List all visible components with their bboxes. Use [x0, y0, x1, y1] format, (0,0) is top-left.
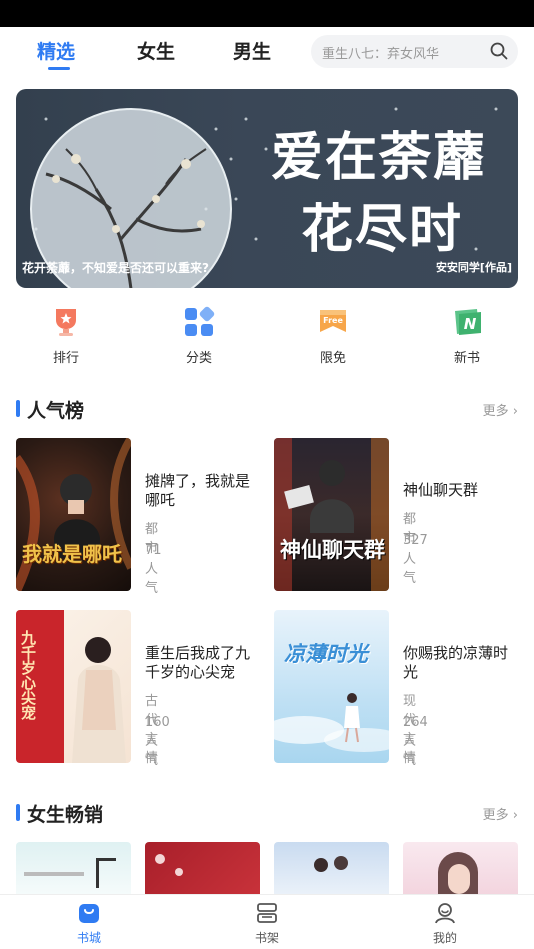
nav-profile[interactable]: 我的	[415, 901, 475, 947]
quick-entry-label: 分类	[185, 351, 212, 366]
quick-entry-ranking[interactable]: 排行	[36, 306, 96, 366]
promo-banner[interactable]: 爱在荼蘼 花尽时 花开荼蘼，不知爱是否还可以重来? 安安同学[作品]	[16, 89, 518, 288]
book-cover-thumb[interactable]	[16, 842, 131, 894]
book-cover-thumb[interactable]	[145, 842, 260, 894]
banner-title-line1: 爱在荼蘼	[271, 127, 488, 188]
nav-label: 我的	[432, 931, 457, 945]
book-title: 你赐我的凉薄时光	[403, 644, 509, 681]
bottom-nav: 书城 书架 我的	[0, 894, 534, 949]
search-bar[interactable]: 重生八七：弃女风华	[311, 35, 518, 68]
banner-caption: 花开荼蘼，不知爱是否还可以重来?	[22, 261, 209, 275]
status-bar	[0, 0, 534, 27]
book-popularity: 264人气	[403, 715, 428, 768]
nav-label: 书城	[76, 931, 101, 945]
category-grid-icon	[185, 306, 215, 336]
book-title: 重生后我成了九千岁的心尖宠	[145, 644, 251, 681]
book-popularity: 160人气	[145, 715, 170, 768]
svg-text:Free: Free	[323, 316, 343, 325]
quick-entry-label: 限免	[319, 351, 346, 366]
book-popularity: 71人气	[145, 543, 162, 596]
section-title-popular: 人气榜	[27, 400, 85, 422]
quick-entry-label: 排行	[52, 351, 79, 366]
trophy-icon	[56, 309, 76, 336]
quick-entry-new-books[interactable]: N 新书	[437, 306, 497, 366]
quick-entry-label: 新书	[453, 351, 480, 366]
book-popularity: 327人气	[403, 533, 428, 586]
banner-author: 安安同学[作品]	[435, 261, 512, 274]
book-cover: 神仙聊天群	[274, 438, 389, 591]
cover-title: 神仙聊天群	[280, 537, 385, 562]
section-accent-bar	[16, 804, 20, 821]
bookshelf-icon	[257, 903, 277, 923]
bookstore-icon	[79, 904, 99, 923]
book-cover: 九千岁心尖宠	[16, 610, 131, 763]
nav-label: 书架	[254, 931, 279, 945]
quick-entry-free[interactable]: Free 限免	[303, 306, 363, 366]
free-tag-icon: Free	[320, 310, 346, 332]
nav-bookshelf[interactable]: 书架	[237, 901, 297, 947]
cover-title: 九千岁心尖宠	[19, 630, 37, 720]
more-link-label: 更多	[482, 808, 509, 823]
cover-title: 我就是哪吒	[22, 542, 122, 566]
book-cover-thumb[interactable]	[274, 842, 389, 894]
tab-male[interactable]: 男生	[233, 37, 271, 64]
active-tab-indicator	[48, 67, 70, 70]
quick-entry-category[interactable]: 分类	[169, 306, 229, 366]
new-book-icon: N	[455, 309, 481, 335]
book-cover-thumb[interactable]	[403, 842, 518, 894]
tab-female[interactable]: 女生	[137, 37, 175, 64]
chevron-right-icon: ›	[512, 808, 518, 823]
profile-icon	[435, 903, 455, 924]
tab-featured[interactable]: 精选	[37, 37, 75, 64]
book-cover: 我就是哪吒	[16, 438, 131, 591]
search-placeholder: 重生八七：弃女风华	[322, 47, 440, 62]
top-nav: 精选 女生 男生 重生八七：弃女风华	[0, 27, 534, 77]
svg-text:N: N	[464, 315, 477, 333]
nav-bookstore[interactable]: 书城	[59, 901, 119, 947]
book-title: 摊牌了，我就是哪吒	[145, 472, 251, 509]
section-title-female-best: 女生畅销	[27, 804, 104, 826]
chevron-right-icon: ›	[512, 404, 518, 419]
book-cover: 凉薄时光	[274, 610, 389, 763]
more-link-female-best[interactable]: 更多 ›	[483, 804, 518, 823]
banner-title-line2: 花尽时	[301, 199, 464, 260]
book-title: 神仙聊天群	[403, 481, 479, 499]
search-icon[interactable]	[490, 42, 508, 60]
cover-title: 凉薄时光	[284, 641, 368, 666]
more-link-popular[interactable]: 更多 ›	[483, 400, 518, 419]
section-accent-bar	[16, 400, 20, 417]
more-link-label: 更多	[482, 404, 509, 419]
